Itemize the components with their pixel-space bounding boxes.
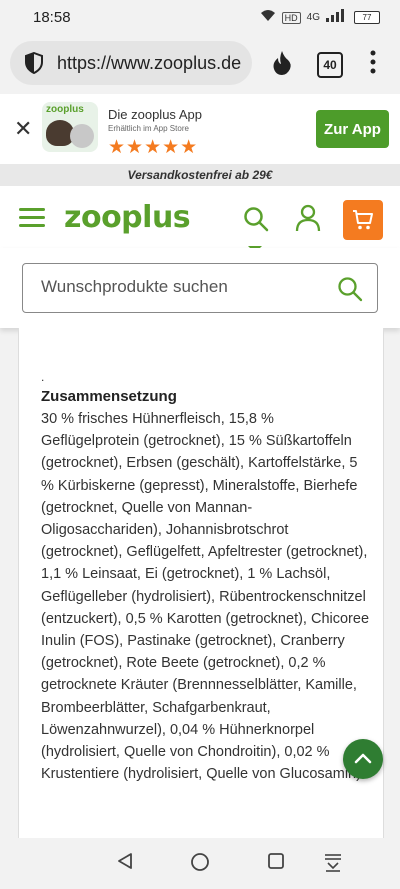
status-time: 18:58 bbox=[33, 9, 71, 26]
app-banner-subtitle: Erhältlich im App Store bbox=[108, 124, 189, 133]
more-vert-icon[interactable] bbox=[370, 50, 376, 79]
search-icon[interactable] bbox=[243, 206, 269, 237]
system-nav-bar bbox=[0, 838, 400, 889]
hamburger-icon[interactable] bbox=[19, 208, 45, 232]
open-app-button[interactable]: Zur App bbox=[316, 110, 389, 148]
app-logo-text: zooplus bbox=[46, 104, 84, 115]
battery-indicator: 77 bbox=[354, 11, 380, 24]
network-label: 4G bbox=[306, 12, 320, 23]
zooplus-logo[interactable]: zooplus bbox=[64, 200, 191, 235]
recents-icon[interactable] bbox=[267, 852, 285, 875]
keyboard-hide-icon[interactable] bbox=[323, 852, 343, 877]
section-title: Zusammensetzung bbox=[41, 388, 177, 405]
app-banner: ✕ zooplus Die zooplus App Erhältlich im … bbox=[0, 94, 400, 164]
chevron-up-icon bbox=[354, 753, 372, 764]
tab-switcher-button[interactable]: 40 bbox=[317, 52, 343, 78]
composition-text: 30 % frisches Hühnerfleisch, 15,8 % Gefl… bbox=[41, 411, 370, 783]
flame-icon[interactable] bbox=[270, 50, 294, 81]
shipping-notice: Versandkostenfrei ab 29€ bbox=[0, 164, 400, 186]
url-text[interactable]: https://www.zooplus.de bbox=[57, 53, 247, 74]
back-icon[interactable] bbox=[116, 852, 134, 875]
app-banner-title: Die zooplus App bbox=[108, 107, 202, 122]
browser-toolbar: https://www.zooplus.de 40 bbox=[0, 34, 400, 94]
status-icons: HD 4G 77 bbox=[260, 8, 380, 27]
status-bar: 18:58 HD 4G 77 bbox=[0, 0, 400, 34]
rating-stars: ★★★★★ bbox=[108, 137, 199, 158]
close-icon[interactable]: ✕ bbox=[14, 116, 32, 142]
wifi-icon bbox=[260, 8, 276, 27]
search-input[interactable] bbox=[39, 276, 323, 298]
cart-icon bbox=[353, 210, 373, 230]
home-icon[interactable] bbox=[190, 852, 210, 877]
user-icon[interactable] bbox=[295, 204, 321, 237]
bullet-dot: . bbox=[41, 370, 45, 384]
url-bar[interactable]: https://www.zooplus.de bbox=[10, 41, 252, 85]
scroll-to-top-button[interactable] bbox=[343, 739, 383, 779]
app-logo: zooplus bbox=[42, 102, 98, 152]
signal-icon bbox=[326, 8, 348, 27]
search-section bbox=[0, 248, 400, 328]
shield-icon[interactable] bbox=[24, 51, 44, 79]
site-header: zooplus bbox=[0, 186, 400, 250]
search-icon[interactable] bbox=[337, 276, 363, 307]
network-badge: HD bbox=[281, 11, 301, 24]
product-details: . Zusammensetzung 30 % frisches Hühnerfl… bbox=[18, 328, 384, 838]
cat-image bbox=[70, 124, 94, 148]
cart-button[interactable] bbox=[343, 200, 383, 240]
search-box[interactable] bbox=[22, 263, 378, 313]
